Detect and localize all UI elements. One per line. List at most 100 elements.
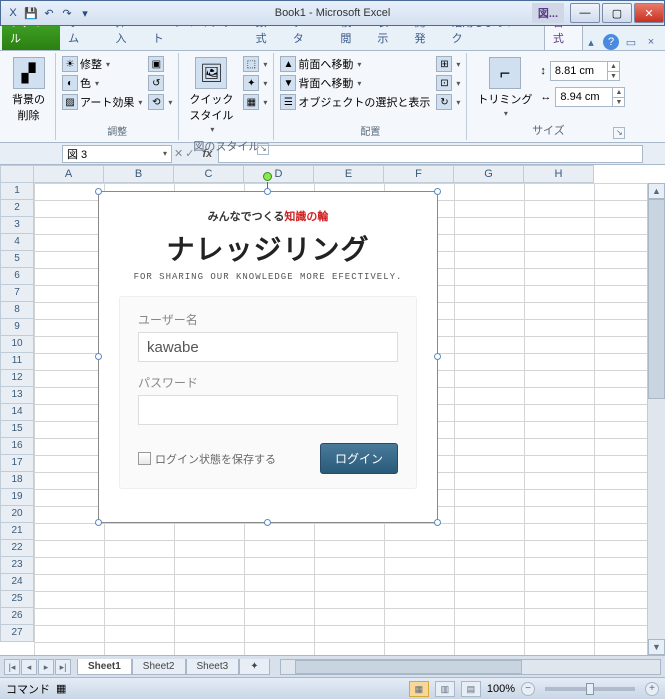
row-header[interactable]: 13 [0,387,34,404]
col-header[interactable]: H [524,165,594,183]
row-header[interactable]: 20 [0,506,34,523]
row-header[interactable]: 24 [0,574,34,591]
vertical-scrollbar[interactable]: ▲ ▼ [647,183,665,655]
resize-handle[interactable] [95,353,102,360]
change-pic-button[interactable]: ↺ [146,74,174,92]
row-header[interactable]: 25 [0,591,34,608]
row-header[interactable]: 7 [0,285,34,302]
remove-background-button[interactable]: ▞ 背景の 削除 [6,55,51,125]
row-header[interactable]: 17 [0,455,34,472]
ribbon-minimize-icon[interactable]: ▴ [583,34,599,50]
row-header[interactable]: 12 [0,370,34,387]
normal-view-icon[interactable]: ▦ [409,681,429,697]
pic-effects-button[interactable]: ✦▾ [241,74,269,92]
resize-handle[interactable] [434,519,441,526]
row-header[interactable]: 11 [0,353,34,370]
zoom-out-icon[interactable]: − [521,682,535,696]
compress-button[interactable]: ▣ [146,55,174,73]
name-box[interactable]: 図 3▾ [62,145,172,163]
row-header[interactable]: 15 [0,421,34,438]
row-header[interactable]: 26 [0,608,34,625]
undo-icon[interactable]: ↶ [41,5,57,21]
color-button[interactable]: ◐色▾ [60,74,144,92]
zoom-level[interactable]: 100% [487,683,515,695]
reset-pic-button[interactable]: ⟲▾ [146,93,174,111]
selection-pane-button[interactable]: ☰オブジェクトの選択と表示 [278,93,432,111]
corrections-button[interactable]: ☀修整▾ [60,55,144,73]
worksheet[interactable]: A B C D E F G H 123456789101112131415161… [0,165,665,655]
col-header[interactable]: A [34,165,104,183]
row-header[interactable]: 6 [0,268,34,285]
resize-handle[interactable] [264,188,271,195]
row-header[interactable]: 5 [0,251,34,268]
select-all-corner[interactable] [0,165,34,183]
save-icon[interactable]: 💾 [23,5,39,21]
styles-launcher[interactable]: ↘ [257,143,269,155]
page-layout-view-icon[interactable]: ▥ [435,681,455,697]
excel-icon[interactable]: X [5,5,21,21]
vscroll-thumb[interactable] [648,199,665,399]
col-header[interactable]: F [384,165,454,183]
row-header[interactable]: 19 [0,489,34,506]
qat-more-icon[interactable]: ▾ [77,5,93,21]
group-button[interactable]: ⊡▾ [434,74,462,92]
row-header[interactable]: 21 [0,523,34,540]
sheet-tab-1[interactable]: Sheet1 [77,659,132,675]
next-sheet-icon[interactable]: ▸ [38,659,54,675]
send-backward-button[interactable]: ▼背面へ移動▾ [278,74,432,92]
zoom-thumb[interactable] [586,683,594,695]
first-sheet-icon[interactable]: |◂ [4,659,20,675]
crop-button[interactable]: ⌐ トリミング▾ [471,55,538,120]
quick-styles-button[interactable]: 🖼 クイック スタイル▾ [183,55,239,136]
row-header[interactable]: 18 [0,472,34,489]
resize-handle[interactable] [434,353,441,360]
scroll-down-icon[interactable]: ▼ [648,639,665,655]
workbook-restore-icon[interactable]: ▭ [623,34,639,50]
row-header[interactable]: 2 [0,200,34,217]
close-button[interactable]: ✕ [634,3,664,23]
row-header[interactable]: 4 [0,234,34,251]
rotate-handle[interactable] [263,172,272,181]
col-header[interactable]: D [244,165,314,183]
resize-handle[interactable] [264,519,271,526]
redo-icon[interactable]: ↷ [59,5,75,21]
height-down[interactable]: ▼ [607,72,619,81]
last-sheet-icon[interactable]: ▸| [55,659,71,675]
sheet-tab-2[interactable]: Sheet2 [132,659,186,675]
workbook-close-icon[interactable]: × [643,34,659,50]
horizontal-scrollbar[interactable] [280,659,661,675]
art-effects-button[interactable]: ▨アート効果▾ [60,93,144,111]
row-header[interactable]: 9 [0,319,34,336]
col-header[interactable]: G [454,165,524,183]
row-header[interactable]: 10 [0,336,34,353]
row-header[interactable]: 3 [0,217,34,234]
pic-border-button[interactable]: ⬚▾ [241,55,269,73]
row-header[interactable]: 8 [0,302,34,319]
col-header[interactable]: C [174,165,244,183]
maximize-button[interactable]: ▢ [602,3,632,23]
pic-layout-button[interactable]: ▦▾ [241,93,269,111]
formula-bar[interactable] [218,145,643,163]
row-header[interactable]: 27 [0,625,34,642]
row-header[interactable]: 16 [0,438,34,455]
align-button[interactable]: ⊞▾ [434,55,462,73]
help-icon[interactable]: ? [603,34,619,50]
resize-handle[interactable] [95,519,102,526]
size-launcher[interactable]: ↘ [613,127,625,139]
width-down[interactable]: ▼ [612,98,624,107]
page-break-view-icon[interactable]: ▤ [461,681,481,697]
picture-object[interactable]: みんなでつくる知識の輪 ナレッジリング FOR SHARING OUR KNOW… [98,191,438,523]
hscroll-thumb[interactable] [295,660,523,674]
row-header[interactable]: 22 [0,540,34,557]
zoom-in-icon[interactable]: + [645,682,659,696]
rotate-button[interactable]: ↻▾ [434,93,462,111]
bring-forward-button[interactable]: ▲前面へ移動▾ [278,55,432,73]
width-up[interactable]: ▲ [612,88,624,98]
prev-sheet-icon[interactable]: ◂ [21,659,37,675]
height-input[interactable]: 8.81 cm▲▼ [550,61,620,81]
row-header[interactable]: 14 [0,404,34,421]
resize-handle[interactable] [95,188,102,195]
resize-handle[interactable] [434,188,441,195]
width-input[interactable]: 8.94 cm▲▼ [555,87,625,107]
row-header[interactable]: 1 [0,183,34,200]
